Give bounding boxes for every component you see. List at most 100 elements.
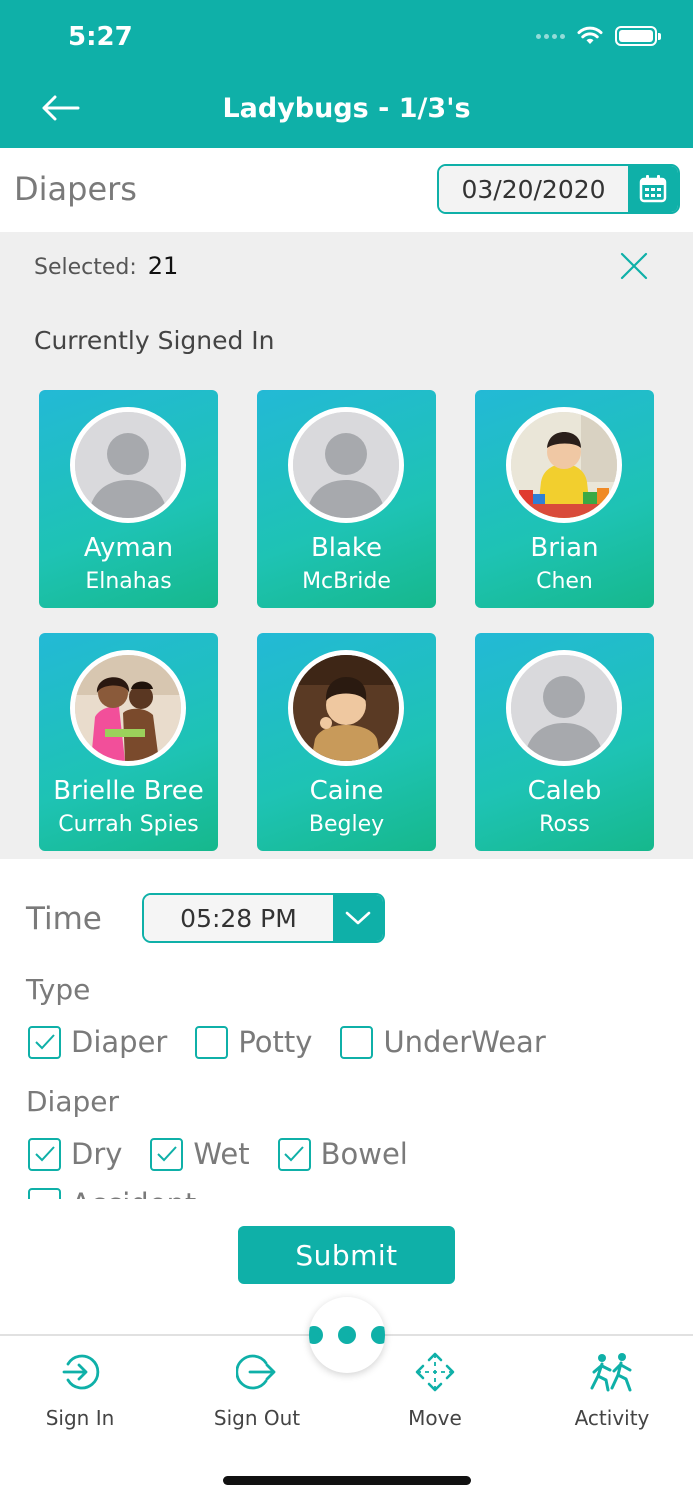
more-menu-button[interactable] [309, 1297, 385, 1373]
more-dot-icon [338, 1326, 356, 1344]
avatar [70, 407, 186, 523]
avatar [506, 407, 622, 523]
avatar [70, 650, 186, 766]
child-last-name: Begley [308, 812, 385, 837]
children-selection-panel[interactable]: Selected: 21 Currently Signed In Ayman E… [0, 232, 693, 859]
person-placeholder-icon [293, 412, 399, 518]
date-picker[interactable]: 03/20/2020 [437, 164, 680, 214]
checkbox-bowel[interactable]: Bowel [277, 1137, 408, 1171]
page-header-title: Ladybugs - 1/3's [222, 93, 471, 124]
back-button[interactable] [36, 88, 84, 128]
checkbox[interactable] [150, 1137, 184, 1171]
tab-activity[interactable]: Activity [537, 1350, 687, 1430]
child-card[interactable]: Blake McBride [257, 390, 436, 608]
child-last-name: Elnahas [85, 569, 172, 594]
checkbox-diaper[interactable]: Diaper [28, 1025, 167, 1059]
sign-in-icon [62, 1354, 100, 1390]
tab-sign-out[interactable]: Sign Out [182, 1350, 332, 1430]
checkmark-icon [34, 1146, 55, 1162]
checkbox[interactable] [28, 1187, 61, 1199]
child-photo [75, 655, 181, 761]
sign-out-icon [236, 1354, 276, 1390]
activity-icon [590, 1353, 632, 1392]
calendar-button[interactable] [628, 166, 678, 212]
checkbox[interactable] [28, 1025, 61, 1059]
tab-sign-in[interactable]: Sign In [5, 1350, 155, 1430]
child-photo [511, 412, 617, 518]
move-icon [415, 1352, 455, 1392]
more-dot-icon [371, 1326, 385, 1344]
child-first-name: Blake [310, 533, 383, 563]
diaper-options-overflow: Accident [28, 1187, 224, 1199]
wifi-icon [577, 26, 603, 44]
checkbox-label: Accident [71, 1187, 196, 1199]
checkbox-label: Bowel [320, 1137, 408, 1171]
more-dot-icon [309, 1326, 323, 1344]
selected-label: Selected: [34, 255, 137, 280]
person-placeholder-icon [511, 655, 617, 761]
checkbox-label: Potty [238, 1025, 313, 1059]
calendar-icon [639, 175, 667, 203]
child-first-name: Caleb [527, 776, 602, 806]
time-value: 05:28 PM [144, 895, 333, 941]
type-label: Type [26, 973, 91, 1006]
page-title-row: Diapers 03/20/2020 [0, 148, 693, 232]
checkbox-potty[interactable]: Potty [195, 1025, 312, 1059]
checkmark-icon [34, 1034, 55, 1050]
child-last-name: Chen [536, 569, 593, 594]
child-last-name: Ross [539, 812, 590, 837]
child-card[interactable]: Ayman Elnahas [39, 390, 218, 608]
clear-selection-button[interactable] [618, 250, 650, 282]
section-heading: Currently Signed In [34, 326, 275, 355]
child-card[interactable]: Caleb Ross [475, 633, 654, 851]
page-title: Diapers [14, 170, 137, 208]
checkbox-underwear[interactable]: UnderWear [340, 1025, 546, 1059]
checkbox[interactable] [195, 1025, 229, 1059]
child-card[interactable]: Brielle Bree Currah Spies [39, 633, 218, 851]
diaper-options: Dry Wet Bowel [28, 1137, 436, 1171]
child-first-name: Caine [309, 776, 384, 806]
checkbox-label: UnderWear [383, 1025, 546, 1059]
avatar [506, 650, 622, 766]
checkbox-accident[interactable]: Accident [28, 1187, 196, 1199]
app-screen: 5:27 Ladybugs - 1/3's Diapers 03/20/2020 [0, 0, 693, 1500]
arrow-left-icon [42, 95, 80, 121]
date-value: 03/20/2020 [439, 166, 628, 212]
checkbox-dry[interactable]: Dry [28, 1137, 122, 1171]
home-indicator [223, 1476, 471, 1485]
child-last-name: Currah Spies [58, 812, 199, 837]
checkbox[interactable] [277, 1137, 311, 1171]
time-dropdown[interactable]: 05:28 PM [142, 893, 385, 943]
checkbox[interactable] [340, 1025, 374, 1059]
checkbox[interactable] [28, 1137, 61, 1171]
submit-button[interactable]: Submit [238, 1226, 455, 1284]
tab-label: Move [408, 1406, 462, 1430]
signal-icon [536, 33, 565, 39]
type-options: Diaper Potty UnderWear [28, 1025, 574, 1059]
diaper-form: Time 05:28 PM Type Diaper Potty UnderWea… [0, 859, 693, 1199]
child-card[interactable]: Brian Chen [475, 390, 654, 608]
tab-move[interactable]: Move [360, 1350, 510, 1430]
selected-count: 21 [147, 252, 179, 280]
close-icon [620, 252, 648, 280]
avatar [288, 650, 404, 766]
status-icons [536, 26, 661, 46]
checkbox-label: Dry [71, 1137, 123, 1171]
diaper-label: Diaper [26, 1085, 120, 1118]
app-header: 5:27 Ladybugs - 1/3's [0, 0, 693, 148]
checkbox-wet[interactable]: Wet [150, 1137, 250, 1171]
child-card[interactable]: Caine Begley [257, 633, 436, 851]
time-dropdown-toggle[interactable] [333, 895, 383, 941]
child-first-name: Brielle Bree [53, 776, 204, 806]
child-photo [293, 655, 399, 761]
child-first-name: Brian [530, 533, 599, 563]
battery-icon [615, 26, 661, 46]
person-placeholder-icon [75, 412, 181, 518]
checkbox-label: Diaper [71, 1025, 168, 1059]
checkmark-icon [284, 1146, 304, 1162]
chevron-down-icon [345, 911, 371, 925]
tab-label: Sign Out [213, 1406, 301, 1430]
child-first-name: Ayman [83, 533, 174, 563]
checkbox-label: Wet [193, 1137, 250, 1171]
avatar [288, 407, 404, 523]
